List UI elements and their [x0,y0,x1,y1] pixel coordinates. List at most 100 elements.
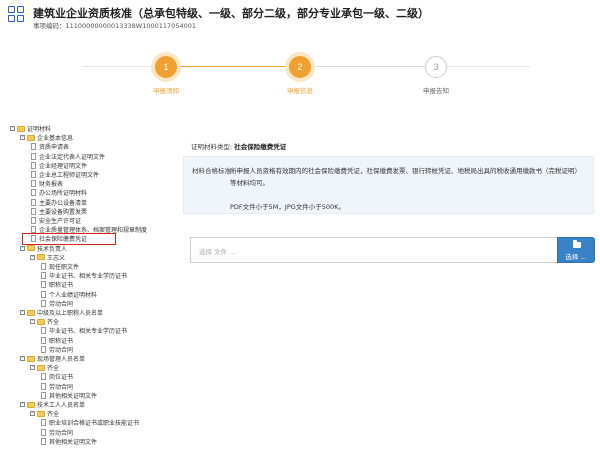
document-icon [41,327,46,335]
file-input-placeholder: 选择 文件 ... [199,248,236,256]
tree-item-label: 劳动合同 [49,429,74,437]
document-icon [41,419,46,427]
tree-item-label: 现场管理人员名单 [37,356,86,363]
tree-folder[interactable]: - 企业基本信息 [20,133,73,142]
tree-folder[interactable]: - 现场管理人员名单 [20,354,85,363]
tree-item-label: 劳动合同 [49,300,74,308]
tree-item-label: 个人业绩证明材料 [49,291,98,299]
folder-icon [27,355,35,362]
tree-item-label: 企业基本信息 [37,135,74,143]
document-icon [41,382,46,390]
tree-file[interactable]: 企业经理证明文件 [30,161,87,170]
page-title: 建筑业企业资质核准（总承包特级、一级、部分二级，部分专业承包一级、二级） [33,7,429,20]
step-1-label[interactable]: 申报须知 [136,85,196,95]
tree-file[interactable]: 职称证书 [40,336,73,345]
tree-item-label: 职称证书 [49,282,74,290]
tree-item-label: 王志义 [47,254,66,262]
tree-file[interactable]: 劳动合同 [40,428,73,437]
tree-folder[interactable]: - 齐全 [30,317,59,326]
criteria-panel: 材料合格标准: 所申报人员资格有效期内的社会保险缴费凭证，社保缴费发票、银行转帐… [183,156,594,214]
file-select-input[interactable]: 选择 文件 ... [190,237,558,263]
tree-toggle-icon[interactable]: - [20,402,25,407]
tree-item-label: 财务报表 [39,181,64,189]
tree-toggle-icon[interactable]: - [20,310,25,315]
item-code: 事项编码：11100000000013338W1000117054001 [33,22,196,30]
tree-item-label: 其他相关证明文件 [49,392,98,400]
tree-folder[interactable]: - 中级及以上职称人员名单 [20,308,103,317]
tree-item-label: 岗位证书 [49,374,74,382]
document-icon [31,171,36,178]
tree-item-label: 资质申请表 [39,144,70,152]
tree-file[interactable]: 资质申请表 [30,142,69,151]
tree-file[interactable]: 财务报表 [30,179,63,188]
tree-item-label: 齐全 [47,365,60,373]
folder-icon [27,309,35,316]
tree-item-label: 中级及以上职称人员名单 [37,310,104,317]
document-icon [41,373,46,381]
tree-toggle-icon[interactable]: - [20,245,25,251]
tree-toggle-icon[interactable]: - [30,254,35,260]
tree-file[interactable]: 个人业绩证明材料 [40,290,97,299]
document-icon [31,143,36,151]
document-icon [31,207,36,215]
tree-file[interactable]: 职称证书 [40,280,73,289]
document-icon [31,198,36,206]
tree-folder[interactable]: - 证明材料 [10,124,51,133]
tree-item-label: 证明材料 [27,126,52,133]
tree-file[interactable]: 其他相关证明文件 [40,391,97,400]
tree-toggle-icon[interactable]: - [30,365,35,371]
app-logo-icon [8,6,24,22]
cert-type-label: 证明材料类型: [191,143,233,151]
criteria-text: 所申报人员资格有效期内的社会保险缴费凭证，社保缴费发票、银行转帐凭证、地税局出具… [230,167,581,187]
tree-folder[interactable]: - 王志义 [30,253,65,262]
tree-file[interactable]: 劳动合同 [40,299,73,308]
tree-file[interactable]: 办公场所证明材料 [30,188,87,197]
tree-file[interactable]: 现任职文件 [40,262,79,271]
tree-folder[interactable]: - 技术工人人员名单 [20,400,85,409]
tree-file[interactable]: 企业法定代表人证明文件 [30,152,105,161]
tree-file[interactable]: 其他相关证明文件 [40,437,97,446]
document-icon [31,180,36,188]
document-icon [41,272,46,280]
tree-file[interactable]: 职业培训合格证书或职业技能证书 [40,418,139,427]
tree-toggle-icon[interactable]: - [30,411,35,417]
tree-item-label: 企业经理证明文件 [39,162,88,170]
tree-folder[interactable]: - 齐全 [30,363,59,372]
document-icon [41,428,46,436]
tree-toggle-icon[interactable]: - [20,135,25,141]
browse-button-label: 选择 ... [565,253,587,261]
stepper-connector [177,66,289,67]
tree-toggle-icon[interactable]: - [10,126,15,131]
tree-toggle-icon[interactable]: - [20,356,25,361]
folder-icon [27,401,35,408]
folder-icon [37,318,45,325]
tree-item-label: 职称证书 [49,337,74,345]
tree-file[interactable]: 毕业证书、相关专业学历证书 [40,271,127,280]
tree-item-label: 企业总工程师证明文件 [39,172,100,179]
tree-item-label: 企业法定代表人证明文件 [39,153,106,161]
folder-icon [17,125,25,132]
tree-file[interactable]: 劳动合同 [40,345,73,354]
tree-file[interactable]: 劳动合同 [40,382,73,391]
folder-icon [27,245,35,252]
document-icon [41,263,46,270]
step-2-label[interactable]: 申报信息 [270,85,330,95]
document-icon [41,290,46,298]
tree-file[interactable]: 企业总工程师证明文件 [30,170,99,179]
browse-button[interactable]: 选择 ... [557,237,595,263]
document-icon [41,336,46,344]
step-3-label[interactable]: 申报告知 [406,85,466,95]
tree-file[interactable]: 岗位证书 [40,372,73,381]
stepper-connector [447,66,530,67]
tree-file[interactable]: 毕业证书、相关专业学历证书 [40,326,127,335]
tree-file[interactable]: 主要设备购置发票 [30,207,87,216]
tree-file[interactable]: 安全生产许可证 [30,216,81,225]
tree-toggle-icon[interactable]: - [30,319,35,325]
folder-icon [27,134,35,141]
tree-item-label: 毕业证书、相关专业学历证书 [49,328,128,336]
tree-item-label: 技术工人人员名单 [37,402,86,409]
tree-file[interactable]: 主要办公设备清单 [30,198,87,207]
document-icon [31,161,36,169]
document-icon [31,152,36,160]
tree-folder[interactable]: - 齐全 [30,409,59,418]
